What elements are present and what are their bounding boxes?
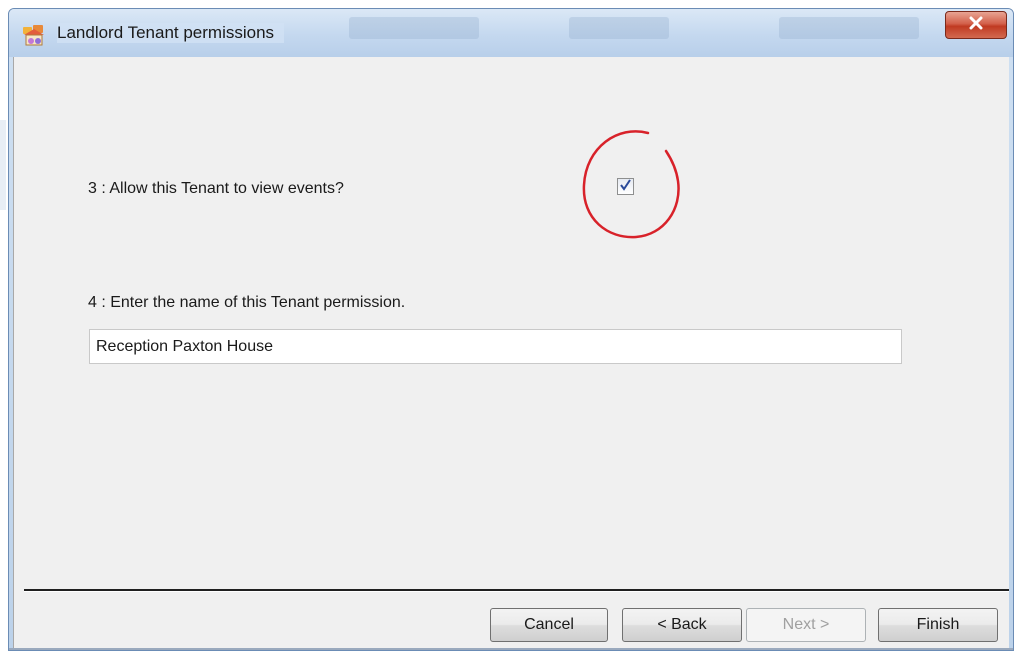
title-bar[interactable]: Landlord Tenant permissions	[9, 9, 1013, 57]
landlord-tenant-permissions-dialog: Landlord Tenant permissions 3 : Allow th…	[8, 8, 1014, 651]
finish-button[interactable]: Finish	[878, 608, 998, 642]
question-4-label: 4 : Enter the name of this Tenant permis…	[88, 294, 406, 311]
blurred-background-text	[779, 17, 919, 39]
dialog-content: 3 : Allow this Tenant to view events? 4 …	[13, 57, 1009, 650]
landlord-app-icon	[21, 23, 47, 47]
view-events-checkbox[interactable]	[617, 178, 634, 195]
next-button[interactable]: Next >	[746, 608, 866, 642]
blurred-background-text	[349, 17, 479, 39]
checkmark-icon	[619, 178, 632, 196]
question-3-label: 3 : Allow this Tenant to view events?	[88, 180, 344, 197]
back-button[interactable]: < Back	[622, 608, 742, 642]
close-button[interactable]	[945, 11, 1007, 39]
button-area-divider-highlight	[24, 591, 1009, 592]
window-title: Landlord Tenant permissions	[57, 23, 285, 43]
window-bottom-edge	[9, 648, 1013, 650]
blurred-background-text	[569, 17, 669, 39]
background-frame-edge	[0, 120, 6, 210]
close-x-icon	[968, 16, 984, 35]
permission-name-input[interactable]	[89, 329, 902, 364]
cancel-button[interactable]: Cancel	[490, 608, 608, 642]
